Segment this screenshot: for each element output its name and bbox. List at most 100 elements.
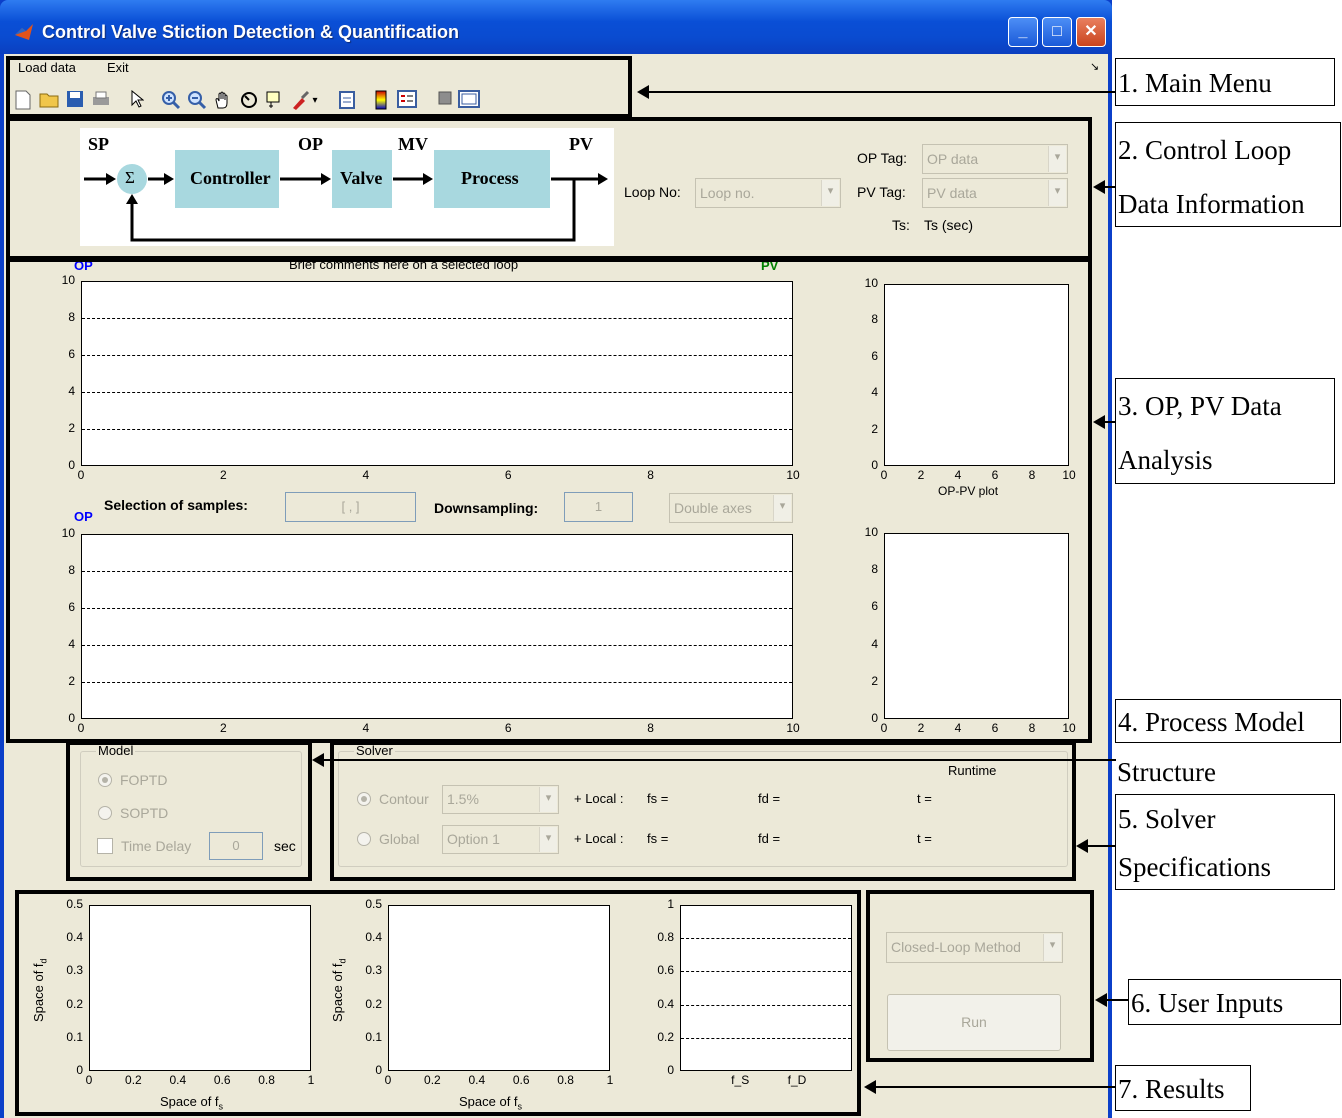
axMid-ytick: 2 [68,674,75,688]
annotation-7-arrow [864,1080,876,1094]
axR2-ytick: 0 [375,1063,382,1077]
annotation-6-arrow [1095,993,1107,1007]
axMidR-ytick: 2 [871,673,878,688]
axTop-ytick: 2 [68,421,75,435]
axMid-ytick: 8 [68,563,75,577]
annotation-process-model-2: Structure [1117,757,1216,787]
axTop-xtick: 8 [647,468,654,482]
axTop-xtick: 10 [786,468,800,482]
axMidR-xtick: 6 [991,721,999,735]
process-model-highlight-box [66,741,312,881]
axR2-ytick: 0.4 [365,930,382,945]
axTopR-ytick: 4 [871,385,878,400]
axR1-xtick: 0 [85,1073,93,1087]
axR1-xtick: 0.2 [125,1073,142,1087]
axTop-xtick: 6 [504,468,512,482]
annotation-3-line [1104,421,1116,423]
axR1-ytick: 0.5 [66,897,83,911]
solver-highlight-box [330,741,1076,881]
axR1-xtick: 0.6 [213,1073,231,1087]
axR1-ytick: 0.2 [66,996,83,1011]
annotation-5-line-2: Specifications [1118,852,1271,882]
axR1-ytick: 0.4 [66,930,83,945]
control-loop-highlight-box [6,117,1092,260]
annotation-2-arrow [1093,180,1105,194]
axTopR-ytick: 0 [871,458,878,472]
axR3-ytick: 0 [667,1063,674,1077]
annotation-1-arrow [637,85,649,99]
axMid-xtick: 0 [77,721,85,735]
annotation-3-line-1: 3. OP, PV Data [1118,391,1282,421]
axTopR-xtick: 10 [1062,468,1076,482]
axR1-xtick: 1 [307,1073,315,1087]
axMidR-ytick: 8 [871,562,878,577]
axR3-ytick: 0.6 [657,963,674,978]
axMid-xtick: 2 [220,721,227,735]
axMid-ytick: 10 [61,526,75,540]
axMidR-xtick: 2 [917,721,925,735]
annotation-5-arrow [1076,839,1088,853]
axR2-ytick: 0.5 [365,897,382,911]
axR3-xtick: f_S [731,1073,750,1087]
axR1-xtick: 0.4 [169,1073,187,1087]
annotation-1-line [648,91,1116,93]
axTop-ytick: 10 [61,273,75,287]
matlab-logo-icon [14,22,34,42]
minimize-button[interactable]: _ [1008,17,1038,47]
axMidR-xtick: 4 [954,721,962,735]
annotation-3-arrow [1093,415,1105,429]
axR2-xtick: 1 [606,1073,614,1087]
annotation-control-loop: 2. Control Loop Data Information [1115,122,1341,227]
axR2-ytick: 0.1 [365,1029,382,1044]
axMid-xtick: 10 [786,721,800,735]
axMid-ytick: 4 [68,637,75,651]
annotation-2-line-1: 2. Control Loop [1118,135,1292,165]
user-inputs-highlight-box [866,890,1094,1062]
annotation-4-line [322,759,1116,761]
axR2-ytick: 0.3 [365,963,382,978]
axTop-xtick: 4 [362,468,370,482]
annotation-solver: 5. Solver Specifications [1115,794,1335,890]
axR3-ytick: 1 [667,897,674,911]
annotation-6-line [1106,999,1129,1001]
axR2-ytick: 0.2 [365,996,382,1011]
axTop-xtick: 0 [77,468,85,482]
main-menu-highlight-box [6,56,632,118]
axMid-ytick: 0 [68,711,75,725]
axTopR-xtick: 6 [991,468,999,482]
axMidR-ytick: 4 [871,636,878,651]
axTop-xtick: 2 [220,468,227,482]
window-title: Control Valve Stiction Detection & Quant… [42,22,460,42]
annotation-4-arrow [312,753,324,767]
axR3-ytick: 0.8 [657,930,674,945]
axMidR-ytick: 6 [871,599,878,614]
axMidR-xtick: 0 [880,721,888,735]
axMid-ytick: 6 [68,600,75,614]
axMid-xtick: 6 [504,721,512,735]
axR1-xtick: 0.8 [258,1073,275,1087]
axTopR-ytick: 2 [871,421,878,436]
axMid-xtick: 8 [647,721,654,735]
annotation-results: 7. Results [1115,1065,1251,1111]
axTop-ytick: 0 [68,458,75,472]
close-button[interactable]: ✕ [1076,17,1106,47]
data-analysis-highlight-box [6,258,1092,743]
axR3-ytick: 0.4 [657,996,674,1011]
axR1-ytick: 0.1 [66,1029,83,1044]
axMidR-xtick: 10 [1062,721,1076,735]
annotation-5-line-1: 5. Solver [1118,804,1216,834]
axMidR-ytick: 10 [864,525,878,539]
annotation-user-inputs: 6. User Inputs [1128,979,1341,1025]
annotation-3-line-2: Analysis [1118,445,1213,475]
axTopR-ytick: 10 [864,276,878,290]
axR3-xtick: f_D [787,1073,807,1087]
axTopR-ytick: 8 [871,312,878,327]
axTop-ytick: 8 [68,310,75,324]
axR2-xtick: 0.2 [424,1073,441,1087]
menu-corner-icon: ↘ [1090,61,1100,73]
annotation-2-line-2: Data Information [1118,189,1305,219]
maximize-button[interactable]: □ [1042,17,1072,47]
annotation-7-line [875,1086,1116,1088]
axR2-xtick: 0 [384,1073,392,1087]
axTopR-xtick: 4 [954,468,962,482]
